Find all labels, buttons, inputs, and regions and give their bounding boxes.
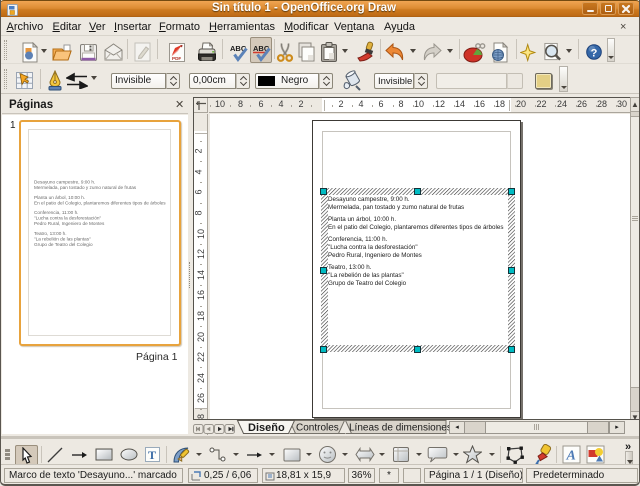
svg-text:A: A <box>566 449 576 464</box>
svg-text:Diseño: Diseño <box>248 422 285 434</box>
svg-text:Controles: Controles <box>296 423 339 434</box>
svg-text:PDF: PDF <box>172 56 181 61</box>
svg-text:?: ? <box>591 47 598 59</box>
svg-text:Líneas de dimensiones: Líneas de dimensiones <box>349 423 451 434</box>
svg-text:T: T <box>148 448 156 462</box>
